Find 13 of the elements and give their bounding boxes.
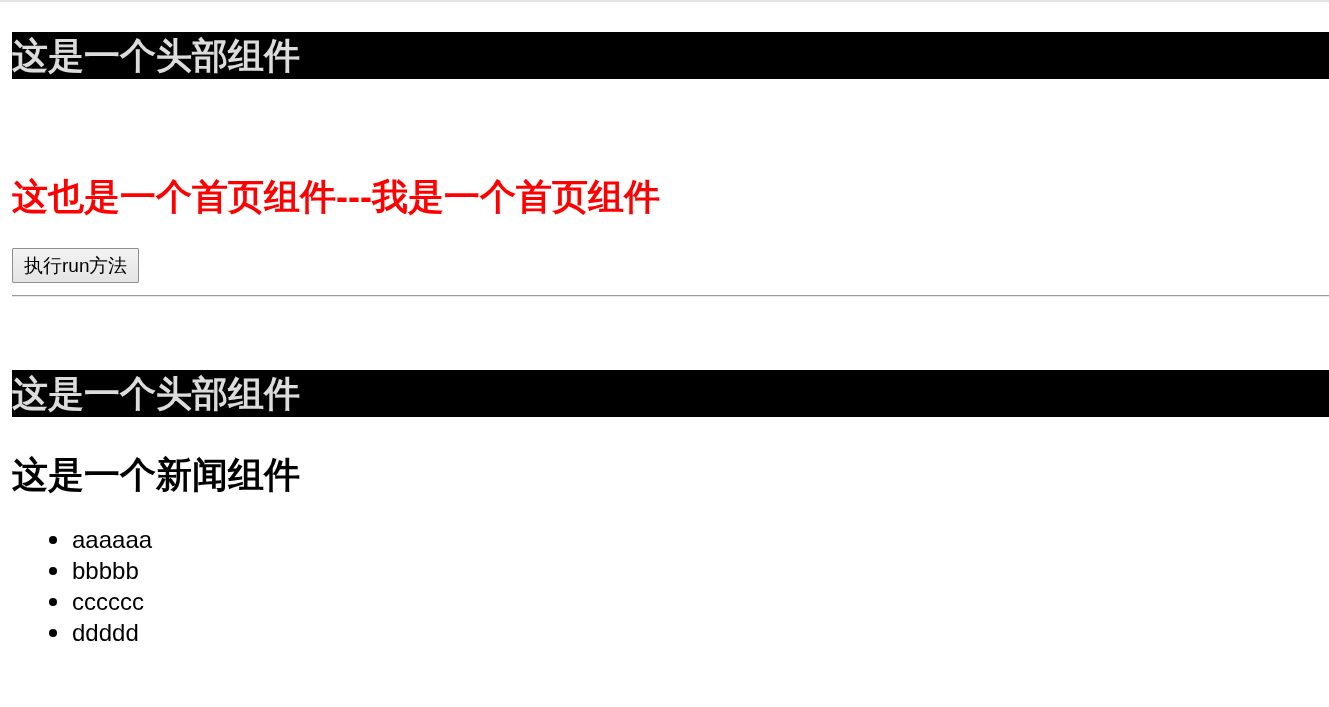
news-heading: 这是一个新闻组件 <box>12 453 300 497</box>
bullet-icon <box>49 628 57 637</box>
header-banner: 这是一个头部组件 <box>12 32 1329 79</box>
list-item-text: cccccc <box>72 587 144 617</box>
list-item-text: aaaaaa <box>72 525 153 555</box>
list-item-text: ddddd <box>72 618 139 648</box>
run-button[interactable]: 执行run方法 <box>12 248 140 283</box>
bullet-icon <box>49 597 57 606</box>
bullet-icon <box>49 566 57 575</box>
page-heading: 这也是一个首页组件---我是一个首页组件 <box>12 175 660 219</box>
bullet-icon <box>49 535 57 544</box>
list-item-text: bbbbb <box>72 556 139 586</box>
header-banner: 这是一个头部组件 <box>12 370 1329 417</box>
